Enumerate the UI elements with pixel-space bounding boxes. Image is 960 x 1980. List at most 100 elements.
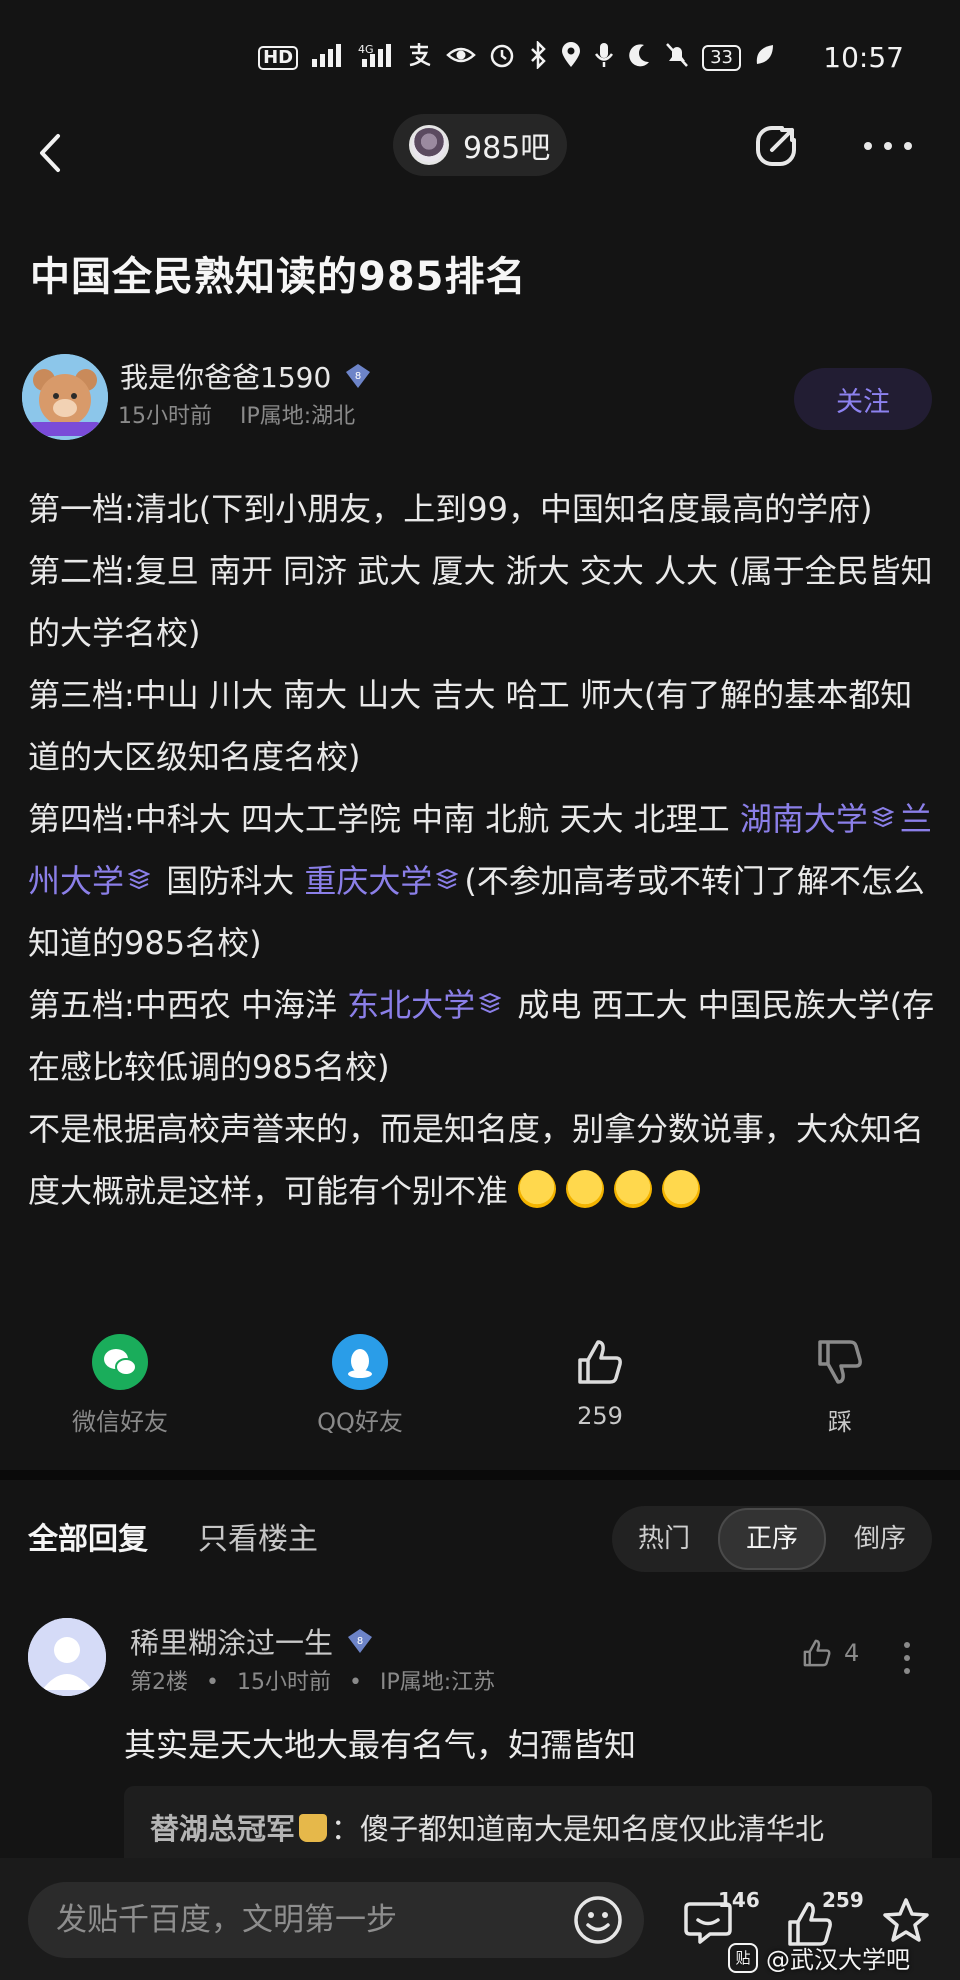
comment-count: 146	[718, 1888, 760, 1912]
smiley-icon	[574, 1896, 622, 1944]
battery-indicator: 33	[702, 45, 741, 71]
reply-author-name[interactable]: 稀里糊涂过一生	[130, 1620, 333, 1662]
bottom-like-count: 259	[822, 1888, 864, 1912]
reply-more-button[interactable]	[900, 1640, 914, 1676]
post-text: 第五档:中西农 中海洋	[28, 986, 348, 1024]
hug-emoji-icon	[614, 1170, 653, 1208]
level-badge-icon: 8	[348, 1629, 373, 1653]
author-avatar[interactable]	[22, 354, 108, 440]
reply-meta: 第2楼 • 15小时前 • IP属地:江苏	[130, 1664, 495, 1696]
level-number: 8	[357, 1636, 363, 1647]
reply-text: 其实是天大地大最有名气，妇孺皆知	[124, 1726, 637, 1764]
qq-icon	[332, 1334, 388, 1390]
post-text: 第四档:中科大 四大工学院 中南 北航 天大 北理工	[28, 800, 740, 838]
eye-icon	[446, 43, 476, 73]
comment-input[interactable]: 发贴千百度，文明第一步	[28, 1882, 644, 1958]
bottom-bar: 发贴千百度，文明第一步 146 259 贴 @武汉大学吧	[0, 1858, 960, 1980]
sub-reply-author[interactable]: 替湖总冠军	[150, 1812, 295, 1846]
moon-icon	[626, 42, 652, 74]
forum-name: 985吧	[463, 131, 551, 166]
post-time: 15小时前	[118, 404, 212, 429]
wechat-label: 微信好友	[72, 1408, 168, 1436]
post-line: 第四档:中科大 四大工学院 中南 北航 天大 北理工 湖南大学 兰州大学 国防科大…	[28, 788, 938, 974]
tab-all-replies[interactable]: 全部回复	[28, 1514, 148, 1558]
beer-mug-icon	[299, 1814, 328, 1842]
reply-ip: IP属地:江苏	[379, 1670, 496, 1695]
post-text: 国防科大	[156, 862, 305, 900]
wechat-icon	[92, 1334, 148, 1390]
sort-segmented-control: 热门 正序 倒序	[612, 1506, 932, 1572]
reply-avatar[interactable]	[28, 1618, 106, 1696]
post-line: 第二档:复旦 南开 同济 武大 厦大 浙大 交大 人大 (属于全民皆知的大学名校…	[28, 552, 933, 652]
tieba-logo: 贴	[728, 1942, 758, 1973]
author-name-row: 我是你爸爸1590 8	[120, 356, 373, 396]
hug-emoji-icon	[662, 1170, 701, 1208]
post-line: 第五档:中西农 中海洋 东北大学 成电 西工大 中国民族大学(存在感比较低调的9…	[28, 974, 938, 1098]
back-button[interactable]	[30, 118, 82, 188]
reply-floor: 第2楼	[130, 1670, 188, 1695]
post-title: 中国全民熟知读的985排名	[30, 254, 527, 300]
share-wechat-button[interactable]: 微信好友	[40, 1334, 200, 1437]
reply-filter-tabs: 全部回复 只看楼主	[28, 1514, 318, 1558]
alarm-icon	[488, 41, 516, 75]
share-icon	[756, 126, 796, 166]
mute-bell-icon	[664, 41, 690, 75]
default-user-icon	[28, 1618, 106, 1696]
hug-emoji-icon	[566, 1170, 605, 1208]
tab-op-only[interactable]: 只看楼主	[198, 1514, 318, 1558]
dislike-button[interactable]: 踩	[760, 1334, 920, 1437]
link-northeastern-university[interactable]: 东北大学	[347, 986, 475, 1024]
level-badge-icon: 8	[346, 364, 371, 388]
dislike-label: 踩	[828, 1408, 852, 1436]
watermark-text: @武汉大学吧	[766, 1946, 910, 1974]
forum-link-icon	[871, 806, 894, 828]
like-button[interactable]: 259	[520, 1334, 680, 1430]
hug-emoji-icon	[518, 1170, 557, 1208]
sort-ascending[interactable]: 正序	[718, 1508, 826, 1570]
reply-name-row: 稀里糊涂过一生 8	[130, 1620, 375, 1662]
sort-descending[interactable]: 倒序	[828, 1510, 932, 1568]
author-ip: IP属地:湖北	[240, 404, 356, 429]
like-count: 259	[577, 1402, 623, 1430]
share-qq-button[interactable]: QQ好友	[280, 1334, 440, 1437]
thumbs-up-icon	[572, 1334, 628, 1390]
post-line: 不是根据高校声誉来的，而是知名度，别拿分数说事，大众知名度大概就是这样，可能有个…	[28, 1098, 938, 1222]
microphone-icon	[594, 41, 614, 75]
level-number: 8	[355, 371, 361, 382]
section-divider	[0, 1470, 960, 1480]
more-options-button[interactable]	[862, 136, 914, 156]
sub-reply-colon: ：	[331, 1812, 361, 1846]
hd-badge: HD	[258, 46, 299, 70]
post-line: 第三档:中山 川大 南大 山大 吉大 哈工 师大(有了解的基本都知道的大区级知名…	[28, 676, 913, 776]
reply-like-count: 4	[844, 1639, 860, 1667]
sort-hot[interactable]: 热门	[612, 1510, 716, 1568]
author-meta: 15小时前 IP属地:湖北	[118, 398, 355, 430]
link-chongqing-university[interactable]: 重庆大学	[304, 862, 432, 900]
emoji-button[interactable]	[572, 1894, 624, 1946]
top-nav: 985吧	[0, 110, 960, 200]
back-arrow-icon	[40, 134, 60, 172]
forum-chip[interactable]: 985吧	[393, 114, 567, 176]
thumbs-down-icon	[812, 1334, 868, 1390]
follow-button[interactable]: 关注	[794, 368, 932, 430]
alipay-icon	[406, 41, 434, 75]
reply-time: 15小时前	[236, 1670, 331, 1695]
leaf-icon	[753, 42, 775, 74]
signal-icon	[310, 41, 346, 75]
bear-avatar-icon	[22, 354, 108, 440]
status-icons: HD 4G 33	[258, 38, 775, 78]
link-hunan-university[interactable]: 湖南大学	[740, 800, 868, 838]
post-line: 第一档:清北(下到小朋友，上到99，中国知名度最高的学府)	[28, 490, 873, 528]
watermark: 贴 @武汉大学吧	[728, 1940, 910, 1975]
bluetooth-icon	[528, 39, 548, 75]
forum-link-icon	[128, 868, 151, 890]
author-name[interactable]: 我是你爸爸1590	[120, 356, 331, 396]
share-button[interactable]	[752, 122, 800, 170]
forum-avatar	[409, 125, 449, 165]
sub-reply-text: 傻子都知道南大是知名度仅此清华北	[360, 1812, 825, 1846]
clock: 10:57	[823, 41, 904, 74]
reply-like-button[interactable]: 4	[800, 1636, 859, 1670]
forum-link-icon	[436, 868, 459, 890]
meta-separator: •	[348, 1670, 362, 1695]
location-icon	[560, 41, 582, 75]
